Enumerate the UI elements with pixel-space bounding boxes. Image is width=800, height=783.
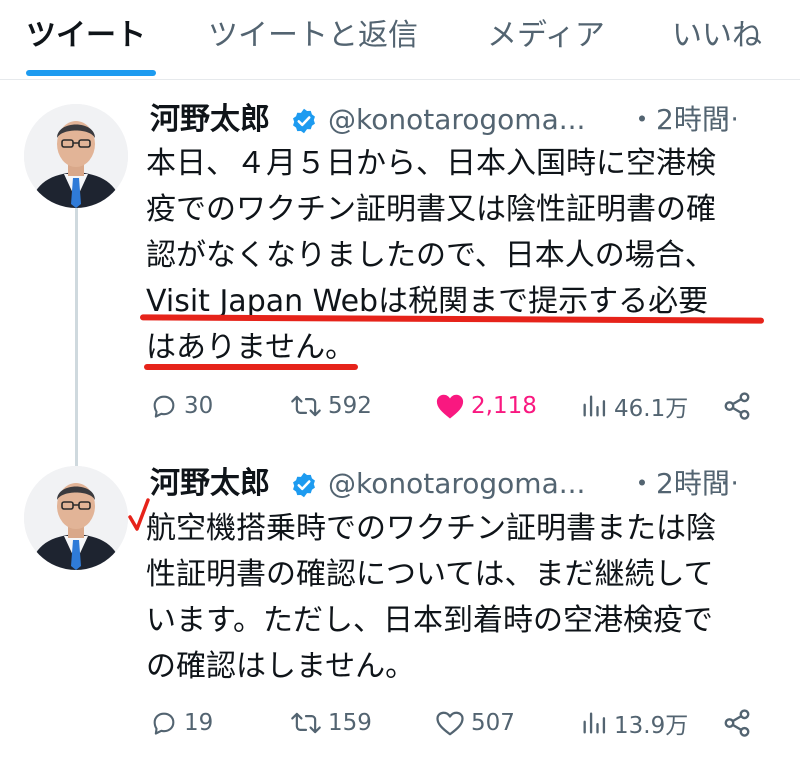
- more-options-icon[interactable]: ···: [710, 464, 741, 504]
- retweet-button[interactable]: 159: [290, 703, 372, 743]
- views-button[interactable]: 46.1万: [580, 386, 688, 426]
- retweet-icon: [291, 395, 321, 417]
- tweet-text-line: 性証明書の確認については、まだ継続して: [146, 557, 714, 592]
- tab-tweets-and-replies[interactable]: ツイートと返信: [208, 16, 418, 56]
- like-button[interactable]: 507: [435, 703, 515, 743]
- views-chart-icon: [583, 395, 606, 417]
- reply-button[interactable]: 19: [150, 703, 213, 743]
- reply-count: 30: [184, 393, 214, 419]
- heart-outline-icon: [436, 711, 464, 736]
- tweet-actions: 19 159 507 13.9万: [150, 703, 760, 743]
- tweet-text: 航空機搭乗時でのワクチン証明書または陰 性証明書の確認については、まだ継続して …: [146, 506, 776, 690]
- like-button[interactable]: 2,118: [435, 386, 537, 426]
- tweet-text: 本日、４月５日から、日本入国時に空港検 疫でのワクチン証明書又は陰性証明書の確 …: [146, 141, 776, 371]
- tab-likes[interactable]: いいね: [672, 16, 762, 56]
- reply-icon: [153, 395, 175, 418]
- reply-icon: [153, 712, 175, 735]
- views-chart-icon: [583, 712, 606, 734]
- share-icon: [724, 709, 750, 737]
- verified-badge-icon: [293, 472, 315, 498]
- active-tab-indicator: [26, 70, 156, 76]
- thread-connector-line: [75, 208, 78, 466]
- avatar-image: [24, 466, 128, 570]
- red-underline-annotation: [144, 364, 358, 370]
- author-handle[interactable]: @konotarogoma...: [328, 464, 585, 504]
- author-handle[interactable]: @konotarogoma...: [328, 100, 585, 140]
- verified-badge-icon: [293, 108, 315, 134]
- tweet-text-line: 疫でのワクチン証明書又は陰性証明書の確: [146, 192, 716, 227]
- retweet-icon: [291, 712, 321, 734]
- tweet-header: 河野太郎 @konotarogoma... ・2時間 ···: [150, 464, 760, 504]
- like-count: 507: [471, 710, 515, 736]
- tweet-text-line: 航空機搭乗時でのワクチン証明書または陰: [146, 511, 716, 546]
- retweet-button[interactable]: 592: [290, 386, 372, 426]
- retweet-count: 159: [328, 710, 372, 736]
- tweet-text-line: の確認はしません。: [146, 649, 416, 684]
- author-name[interactable]: 河野太郎: [150, 464, 270, 504]
- tab-tweets[interactable]: ツイート: [26, 16, 146, 56]
- retweet-count: 592: [328, 393, 372, 419]
- view-count: 13.9万: [614, 713, 689, 739]
- profile-tabs: ツイート ツイートと返信 メディア いいね: [0, 0, 800, 80]
- tweet-text-line: 認がなくなりましたので、日本人の場合、: [146, 238, 715, 273]
- avatar[interactable]: [24, 466, 128, 570]
- share-icon: [724, 392, 750, 420]
- tab-media[interactable]: メディア: [487, 16, 605, 56]
- avatar[interactable]: [24, 104, 128, 208]
- tweet-actions: 30 592 2,118 46.1万: [150, 386, 760, 426]
- more-options-icon[interactable]: ···: [710, 100, 741, 140]
- reply-button[interactable]: 30: [150, 386, 213, 426]
- avatar-image: [24, 104, 128, 208]
- heart-filled-icon: [436, 394, 464, 419]
- share-button[interactable]: [722, 386, 758, 426]
- views-button[interactable]: 13.9万: [580, 703, 688, 743]
- tweet-text-line: います。ただし、日本到着時の空港検疫で: [146, 603, 713, 638]
- tweet-text-line: 本日、４月５日から、日本入国時に空港検: [146, 146, 716, 181]
- reply-count: 19: [184, 710, 214, 736]
- tweet-header: 河野太郎 @konotarogoma... ・2時間 ···: [150, 100, 760, 140]
- author-name[interactable]: 河野太郎: [150, 100, 270, 140]
- like-count: 2,118: [471, 393, 537, 419]
- view-count: 46.1万: [614, 396, 689, 422]
- share-button[interactable]: [722, 703, 758, 743]
